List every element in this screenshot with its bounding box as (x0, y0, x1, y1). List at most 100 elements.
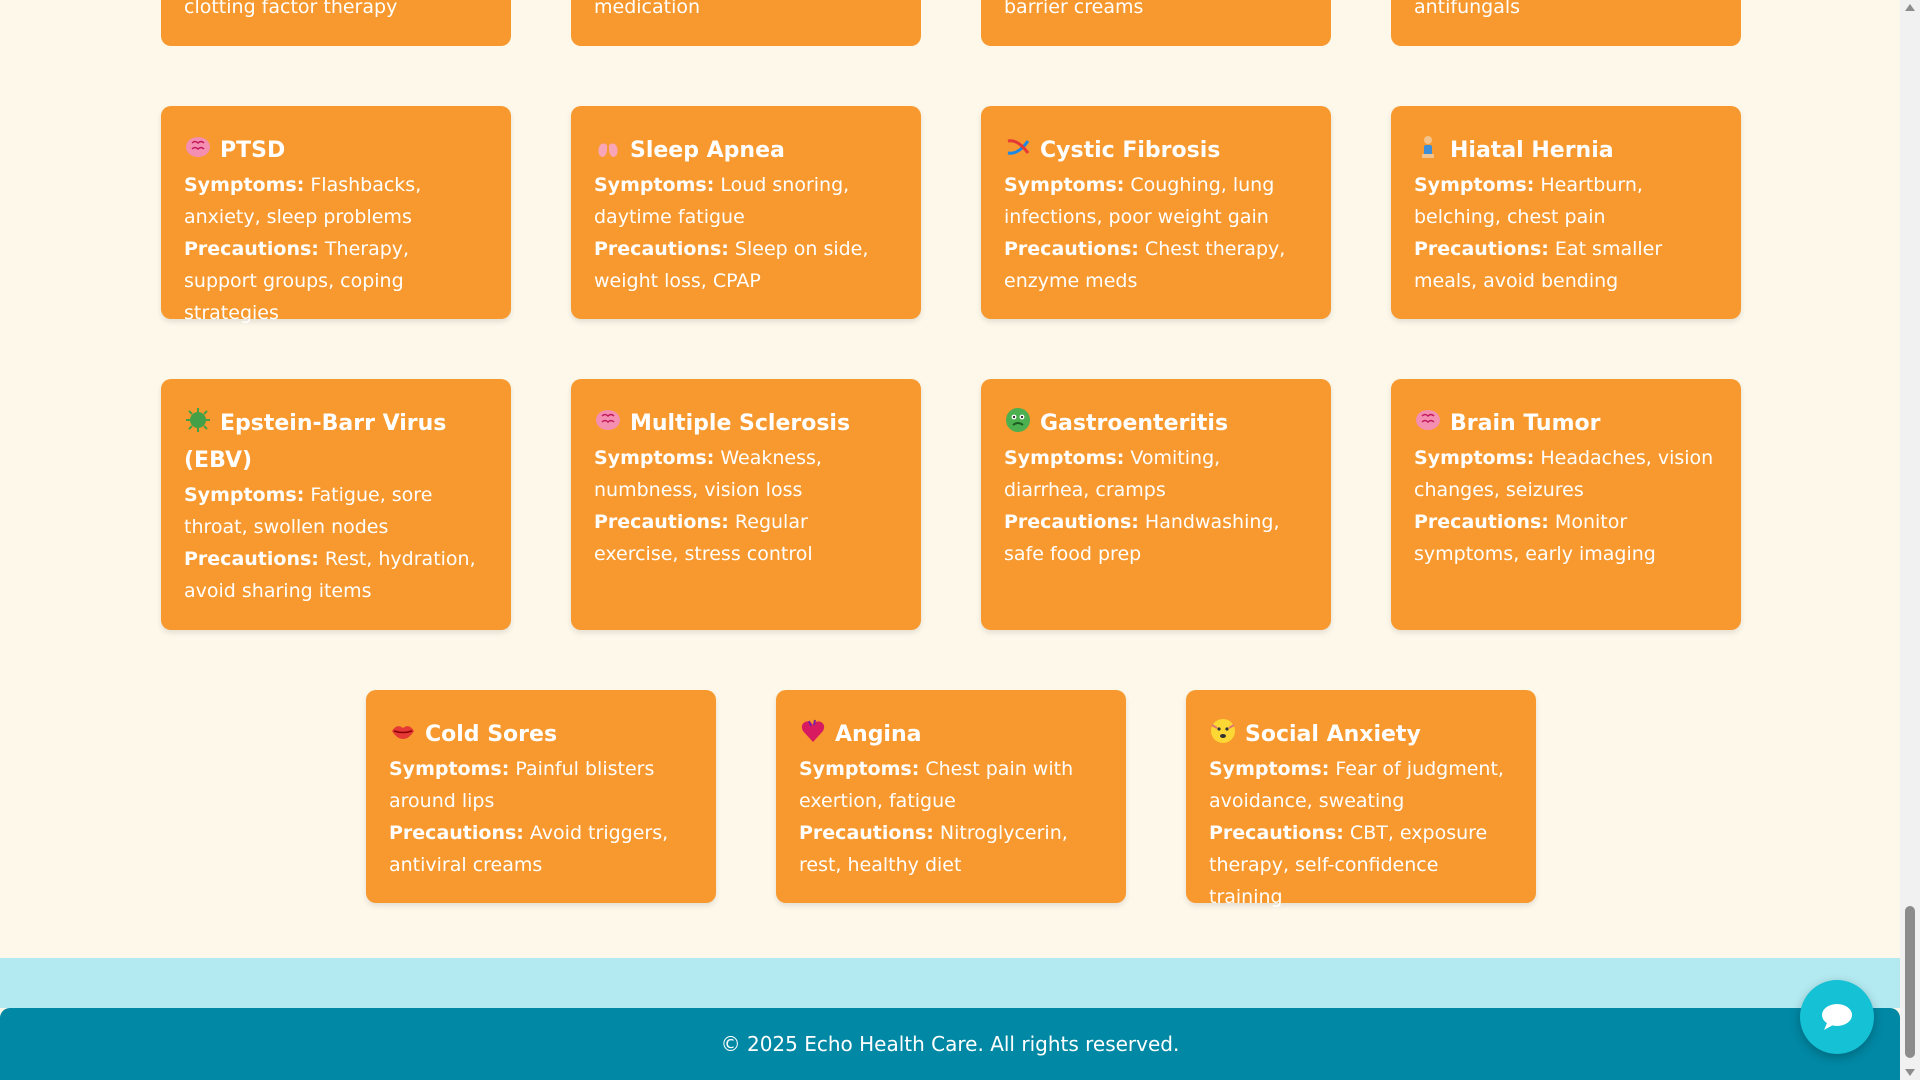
card-partial: medication (571, 0, 921, 46)
card-hiatal-hernia: Hiatal Hernia Symptoms: Heartburn, belch… (1391, 106, 1741, 319)
scroll-thumb[interactable] (1905, 906, 1915, 1058)
brain-icon (596, 410, 620, 430)
card-title: Gastroenteritis (1004, 405, 1308, 442)
card-precautions: Precautions: CBT, exposure therapy, self… (1209, 817, 1513, 913)
symptoms-label: Symptoms: (1414, 174, 1535, 196)
lungs-icon (598, 137, 618, 157)
card-symptoms: Symptoms: Loud snoring, daytime fatigue (594, 169, 898, 233)
card-title-text: Epstein-Barr Virus (EBV) (184, 411, 447, 473)
card-title: Brain Tumor (1414, 405, 1718, 442)
card-symptoms: Symptoms: Painful blisters around lips (389, 753, 693, 817)
card-symptoms: Symptoms: Headaches, vision changes, sei… (1414, 442, 1718, 506)
card-title-text: Angina (835, 722, 922, 747)
brain-icon (186, 137, 210, 157)
footer-band (0, 958, 1900, 1008)
card-title: Epstein-Barr Virus (EBV) (184, 405, 488, 479)
precautions-label: Precautions: (389, 822, 524, 844)
card-angina: Angina Symptoms: Chest pain with exertio… (776, 690, 1126, 903)
precautions-label: Precautions: (1414, 511, 1549, 533)
chat-button[interactable] (1800, 980, 1874, 1054)
card-precautions: Precautions: Avoid triggers, antiviral c… (389, 817, 693, 881)
card-title-text: Cystic Fibrosis (1040, 138, 1221, 163)
card-title: Cold Sores (389, 716, 693, 753)
card-brain-tumor: Brain Tumor Symptoms: Headaches, vision … (1391, 379, 1741, 630)
card-symptoms: Symptoms: Weakness, numbness, vision los… (594, 442, 898, 506)
card-partial: barrier creams (981, 0, 1331, 46)
precautions-label: Precautions: (1209, 822, 1344, 844)
symptoms-label: Symptoms: (1004, 447, 1125, 469)
card-title-text: Sleep Apnea (630, 138, 785, 163)
card-precautions: Precautions: Monitor symptoms, early ima… (1414, 506, 1718, 570)
card-symptoms: Symptoms: Heartburn, belching, chest pai… (1414, 169, 1718, 233)
anxious-face-icon (1211, 719, 1235, 743)
precautions-label: Precautions: (1414, 238, 1549, 260)
dna-icon (1007, 139, 1030, 155)
scroll-down-arrow[interactable] (1905, 1069, 1915, 1076)
card-gastroenteritis: Gastroenteritis Symptoms: Vomiting, diar… (981, 379, 1331, 630)
card-cold-sores: Cold Sores Symptoms: Painful blisters ar… (366, 690, 716, 903)
scrollbar[interactable] (1900, 0, 1920, 1080)
card-multiple-sclerosis: Multiple Sclerosis Symptoms: Weakness, n… (571, 379, 921, 630)
card-social-anxiety: Social Anxiety Symptoms: Fear of judgmen… (1186, 690, 1536, 908)
card-precautions: Precautions: Rest, hydration, avoid shar… (184, 543, 488, 607)
scroll-up-arrow[interactable] (1905, 4, 1915, 11)
card-ptsd: PTSD Symptoms: Flashbacks, anxiety, slee… (161, 106, 511, 324)
card-symptoms: Symptoms: Flashbacks, anxiety, sleep pro… (184, 169, 488, 233)
card-precautions: Precautions: Sleep on side, weight loss,… (594, 233, 898, 297)
card-title: Social Anxiety (1209, 716, 1513, 753)
card-symptoms: Symptoms: Chest pain with exertion, fati… (799, 753, 1103, 817)
footer-copyright: © 2025 Echo Health Care. All rights rese… (720, 1032, 1180, 1056)
card-title-text: Gastroenteritis (1040, 411, 1229, 436)
card-partial: clotting factor therapy (161, 0, 511, 46)
footer: © 2025 Echo Health Care. All rights rese… (0, 1008, 1900, 1080)
lips-icon (392, 726, 414, 739)
precautions-label: Precautions: (184, 548, 319, 570)
chat-bubble-icon (1822, 1004, 1852, 1030)
symptoms-label: Symptoms: (594, 174, 715, 196)
card-symptoms: Symptoms: Vomiting, diarrhea, cramps (1004, 442, 1308, 506)
card-title: Sleep Apnea (594, 132, 898, 169)
precautions-label: Precautions: (1004, 238, 1139, 260)
symptoms-label: Symptoms: (389, 758, 510, 780)
card-title: PTSD (184, 132, 488, 169)
symptoms-label: Symptoms: (1209, 758, 1330, 780)
microbe-icon (186, 408, 210, 432)
heart-icon (801, 719, 825, 742)
card-precautions: Precautions: Nitroglycerin, rest, health… (799, 817, 1103, 881)
card-title: Multiple Sclerosis (594, 405, 898, 442)
nauseated-face-icon (1006, 408, 1030, 432)
card-precautions: Precautions: Handwashing, safe food prep (1004, 506, 1308, 570)
card-ebv: Epstein-Barr Virus (EBV) Symptoms: Fatig… (161, 379, 511, 630)
card-title-text: Brain Tumor (1450, 411, 1601, 436)
card-cystic-fibrosis: Cystic Fibrosis Symptoms: Coughing, lung… (981, 106, 1331, 319)
card-precautions: Precautions: Therapy, support groups, co… (184, 233, 488, 329)
card-precautions: Precautions: Eat smaller meals, avoid be… (1414, 233, 1718, 297)
card-title: Cystic Fibrosis (1004, 132, 1308, 169)
symptoms-label: Symptoms: (184, 484, 305, 506)
brain-icon (1416, 410, 1440, 430)
card-title: Angina (799, 716, 1103, 753)
symptoms-label: Symptoms: (594, 447, 715, 469)
card-symptoms: Symptoms: Coughing, lung infections, poo… (1004, 169, 1308, 233)
precautions-label: Precautions: (594, 511, 729, 533)
card-partial-text: barrier creams (1004, 0, 1144, 18)
precautions-label: Precautions: (1004, 511, 1139, 533)
precautions-label: Precautions: (184, 238, 319, 260)
card-title-text: Hiatal Hernia (1450, 138, 1614, 163)
card-title-text: Social Anxiety (1245, 722, 1421, 747)
card-title-text: PTSD (220, 138, 286, 163)
card-symptoms: Symptoms: Fear of judgment, avoidance, s… (1209, 753, 1513, 817)
precautions-label: Precautions: (594, 238, 729, 260)
card-partial-text: clotting factor therapy (184, 0, 398, 18)
card-precautions: Precautions: Chest therapy, enzyme meds (1004, 233, 1308, 297)
symptoms-label: Symptoms: (799, 758, 920, 780)
page: clotting factor therapy medication barri… (0, 0, 1900, 1080)
symptoms-label: Symptoms: (1004, 174, 1125, 196)
card-precautions: Precautions: Regular exercise, stress co… (594, 506, 898, 570)
card-partial: antifungals (1391, 0, 1741, 46)
card-symptoms: Symptoms: Fatigue, sore throat, swollen … (184, 479, 488, 543)
person-icon (1422, 136, 1434, 158)
symptoms-label: Symptoms: (184, 174, 305, 196)
precautions-label: Precautions: (799, 822, 934, 844)
card-title: Hiatal Hernia (1414, 132, 1718, 169)
